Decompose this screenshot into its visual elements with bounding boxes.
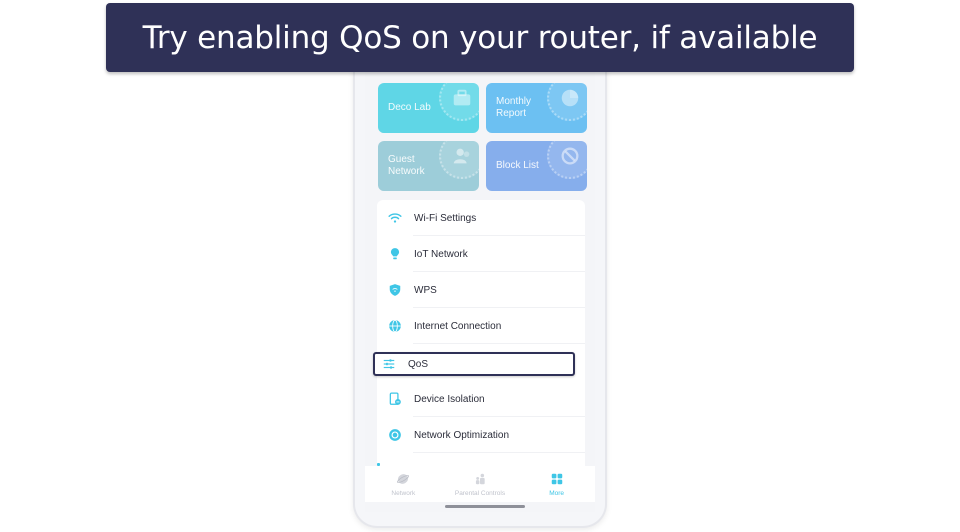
bulb-icon [390, 248, 400, 260]
wifi-icon [388, 213, 402, 223]
tile-label: Guest Network [388, 154, 425, 177]
tab-label: More [549, 490, 565, 497]
menu-item-iot-network[interactable]: IoT Network [377, 236, 585, 272]
pie-chart-icon [561, 89, 579, 107]
tab-parental-controls[interactable]: Parental Controls [445, 466, 515, 497]
phone-frame: Deco Lab Monthly Report Guest Network Bl… [353, 50, 607, 528]
menu-item-label: Device Isolation [414, 393, 485, 405]
tile-deco-lab[interactable]: Deco Lab [378, 83, 479, 133]
menu-item-qos[interactable]: QoS [373, 352, 575, 376]
menu-item-label: Wi-Fi Settings [414, 212, 477, 224]
device-block-icon [389, 392, 401, 405]
caption-text: Try enabling QoS on your router, if avai… [142, 19, 818, 56]
menu-item-device-isolation[interactable]: Device Isolation [377, 381, 585, 417]
users-icon [453, 148, 470, 164]
settings-list: Wi-Fi Settings IoT Network WPS Internet … [373, 200, 585, 500]
planet-icon [397, 474, 410, 484]
tile-guest-network[interactable]: Guest Network [378, 141, 479, 191]
menu-item-label: Network Optimization [414, 429, 510, 441]
menu-item-network-optimization[interactable]: Network Optimization [377, 417, 585, 453]
home-indicator[interactable] [445, 505, 525, 508]
tile-label: Deco Lab [388, 102, 431, 113]
menu-item-label: QoS [408, 358, 429, 370]
sliders-icon [383, 359, 395, 369]
caption-banner: Try enabling QoS on your router, if avai… [106, 3, 854, 72]
tab-network[interactable]: Network [368, 466, 438, 497]
toolbox-icon [453, 89, 471, 106]
menu-item-label: IoT Network [414, 248, 468, 260]
tile-block-list[interactable]: Block List [486, 141, 587, 191]
tile-label: Monthly Report [496, 96, 532, 119]
block-icon [561, 147, 579, 165]
tab-label: Parental Controls [454, 490, 506, 497]
tile-monthly-report[interactable]: Monthly Report [486, 83, 587, 133]
bottom-tab-bar: Network Parental Controls More [365, 466, 595, 502]
tab-label: Network [391, 490, 416, 497]
optimize-icon [389, 429, 401, 441]
family-icon [475, 473, 485, 485]
globe-icon [389, 319, 401, 333]
menu-item-label: Internet Connection [414, 320, 502, 332]
grid-icon [551, 473, 562, 485]
menu-item-label: WPS [414, 284, 437, 296]
app-screen: Deco Lab Monthly Report Guest Network Bl… [365, 70, 595, 512]
menu-item-wifi-settings[interactable]: Wi-Fi Settings [377, 200, 585, 236]
menu-item-internet-connection[interactable]: Internet Connection [377, 308, 585, 344]
menu-item-wps[interactable]: WPS [377, 272, 585, 308]
shield-wifi-icon [389, 284, 401, 296]
tab-more[interactable]: More [522, 466, 592, 497]
tile-label: Block List [496, 160, 539, 171]
